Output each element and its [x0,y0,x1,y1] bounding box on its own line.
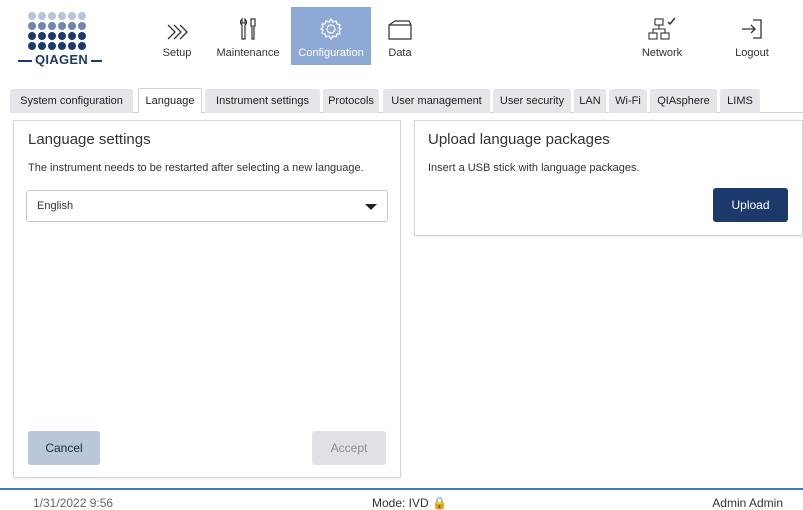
upload-language-note: Insert a USB stick with language package… [428,162,640,174]
nav-network-label: Network [641,47,683,59]
nav-logout-button[interactable]: Logout [712,7,792,65]
tab-protocols[interactable]: Protocols [323,89,379,113]
chevrons-right-icon [167,24,188,40]
upload-button[interactable]: Upload [713,188,788,222]
upload-language-title: Upload language packages [428,131,610,148]
language-restart-note: The instrument needs to be restarted aft… [28,162,364,174]
accept-button[interactable]: Accept [312,431,386,465]
nav-maintenance-button[interactable]: Maintenance [210,7,286,65]
nav-network-button[interactable]: Network [622,7,702,65]
network-icon [648,17,676,40]
logout-icon [742,19,762,39]
chevron-down-icon [365,204,377,210]
status-bar: 1/31/2022 9:56 Mode: IVD 🔒 Admin Admin [0,488,803,510]
language-settings-title: Language settings [28,131,151,148]
tab-user-management[interactable]: User management [383,89,490,113]
status-datetime: 1/31/2022 9:56 [33,496,114,510]
nav-logout-label: Logout [735,47,769,59]
tab-user-security[interactable]: User security [493,89,571,113]
logo-dots [28,12,86,50]
cancel-button[interactable]: Cancel [28,431,100,465]
language-settings-panel: Language settings The instrument needs t… [13,120,401,478]
nav-data-button[interactable]: Data [376,7,424,65]
status-mode: Mode: IVD 🔒 [372,496,447,510]
top-navigation-bar: QIAGEN Setup Maintenance Configuration D… [0,0,803,72]
tab-language[interactable]: Language [138,88,202,114]
status-user: Admin Admin [712,496,783,510]
nav-setup-label: Setup [162,47,192,59]
language-select-value: English [37,200,74,212]
nav-configuration-label: Configuration [298,47,364,59]
tab-qiasphere[interactable]: QIAsphere [650,89,717,113]
nav-data-label: Data [388,47,412,59]
tab-instrument-settings[interactable]: Instrument settings [205,89,320,113]
tab-lims[interactable]: LIMS [720,89,760,113]
nav-configuration-button[interactable]: Configuration [291,7,371,65]
tab-wifi[interactable]: Wi-Fi [609,89,647,113]
tab-system-configuration[interactable]: System configuration [10,89,133,113]
upload-language-panel: Upload language packages Insert a USB st… [414,120,803,236]
qiagen-logo: QIAGEN [18,12,102,70]
logo-text: QIAGEN [32,52,92,67]
tools-icon [239,17,256,40]
configuration-tab-bar: System configuration Language Instrument… [10,87,803,114]
tab-lan[interactable]: LAN [574,89,606,113]
gear-icon [319,17,343,41]
language-select[interactable]: English [26,190,388,222]
nav-setup-button[interactable]: Setup [148,7,206,65]
folder-icon [388,20,412,40]
nav-maintenance-label: Maintenance [216,47,280,59]
